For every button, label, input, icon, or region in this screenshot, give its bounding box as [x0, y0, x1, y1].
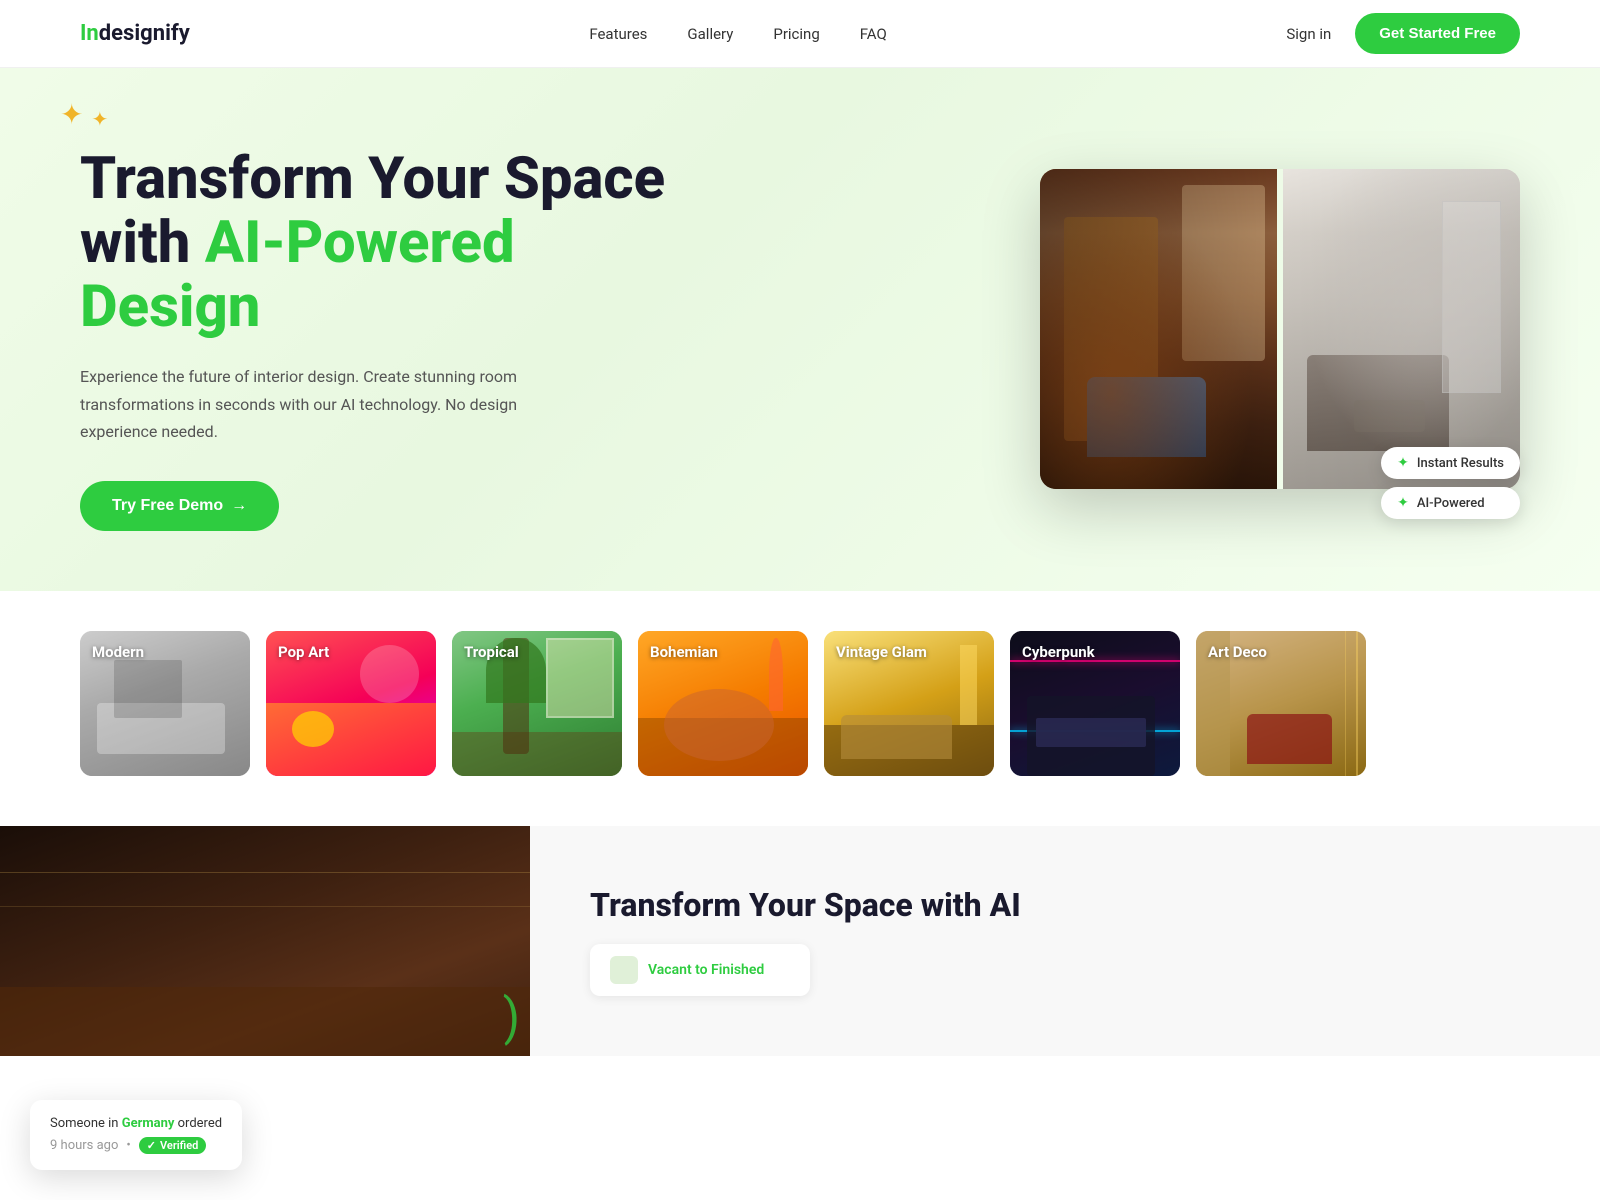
- navbar: Indesignify Features Gallery Pricing FAQ…: [0, 0, 1600, 68]
- gallery-item-artdeco[interactable]: Art Deco: [1196, 631, 1366, 776]
- hero-section: ✦ ✦ Transform Your Space with AI-Powered…: [0, 68, 1600, 591]
- check-icon: ✓: [147, 1139, 156, 1152]
- gallery-item-modern[interactable]: Modern: [80, 631, 250, 776]
- gallery-label-cyberpunk: Cyberpunk: [1022, 643, 1095, 661]
- gallery-strip: Modern Pop Art T: [0, 591, 1600, 826]
- bottom-content: Transform Your Space with AI Vacant to F…: [530, 826, 1600, 1056]
- instant-results-badge: ✦ Instant Results: [1381, 447, 1520, 479]
- bottom-section: ) Transform Your Space with AI Vacant to…: [0, 826, 1600, 1056]
- nav-features[interactable]: Features: [589, 25, 647, 43]
- bottom-title: Transform Your Space with AI: [590, 886, 1540, 924]
- badge-icon-ai: ✦: [1397, 495, 1409, 511]
- notification-toast: Someone in Germany ordered 9 hours ago •…: [30, 1100, 242, 1170]
- hero-image-before: [1040, 169, 1277, 489]
- gallery-label-vintage: Vintage Glam: [836, 643, 927, 661]
- gallery-item-bohemian[interactable]: Bohemian: [638, 631, 808, 776]
- notification-dot: •: [126, 1138, 130, 1153]
- hero-before-after: [1040, 169, 1520, 489]
- logo[interactable]: Indesignify: [80, 21, 190, 46]
- sparkles-decoration: ✦ ✦: [60, 98, 108, 131]
- notification-text: Someone in Germany ordered: [50, 1116, 222, 1131]
- gallery-item-tropical[interactable]: Tropical: [452, 631, 622, 776]
- get-started-button[interactable]: Get Started Free: [1355, 13, 1520, 54]
- hero-title: Transform Your Space with AI-Powered Des…: [80, 148, 680, 339]
- nav-right: Sign in Get Started Free: [1286, 13, 1520, 54]
- hero-content: ✦ ✦ Transform Your Space with AI-Powered…: [80, 128, 680, 531]
- bottom-image-panel: ): [0, 826, 530, 1056]
- hero-badges: ✦ Instant Results ✦ AI-Powered: [1381, 447, 1520, 519]
- notification-meta: 9 hours ago • ✓ Verified: [50, 1137, 222, 1154]
- gallery-item-vintage[interactable]: Vintage Glam: [824, 631, 994, 776]
- sparkle-icon: ✦: [60, 98, 83, 131]
- nav-gallery[interactable]: Gallery: [687, 25, 733, 43]
- verified-badge: ✓ Verified: [139, 1137, 207, 1154]
- hero-subtitle: Experience the future of interior design…: [80, 363, 560, 445]
- vacant-badge: Vacant to Finished: [590, 944, 810, 996]
- gallery-label-popart: Pop Art: [278, 643, 329, 661]
- notification-time: 9 hours ago: [50, 1138, 118, 1153]
- gallery-item-popart[interactable]: Pop Art: [266, 631, 436, 776]
- try-demo-button[interactable]: Try Free Demo →: [80, 481, 279, 531]
- gallery-item-cyberpunk[interactable]: Cyberpunk: [1010, 631, 1180, 776]
- hero-image-area: ✦ Instant Results ✦ AI-Powered: [680, 169, 1520, 489]
- hero-image-after: [1283, 169, 1520, 489]
- gallery-label-tropical: Tropical: [464, 643, 519, 661]
- gallery-label-bohemian: Bohemian: [650, 643, 718, 661]
- gallery-label-modern: Modern: [92, 643, 144, 661]
- signin-link[interactable]: Sign in: [1286, 25, 1331, 43]
- gallery-items-container: Modern Pop Art T: [80, 631, 1520, 776]
- vacant-label: Vacant to Finished: [648, 962, 764, 978]
- ai-powered-badge: ✦ AI-Powered: [1381, 487, 1520, 519]
- nav-pricing[interactable]: Pricing: [773, 25, 819, 43]
- sparkle-icon-2: ✦: [91, 107, 108, 131]
- gallery-label-artdeco: Art Deco: [1208, 643, 1267, 661]
- badge-icon-instant: ✦: [1397, 455, 1409, 471]
- vacant-dot: [610, 956, 638, 984]
- arrow-icon: →: [231, 497, 247, 515]
- nav-faq[interactable]: FAQ: [860, 25, 887, 43]
- nav-links: Features Gallery Pricing FAQ: [589, 24, 887, 43]
